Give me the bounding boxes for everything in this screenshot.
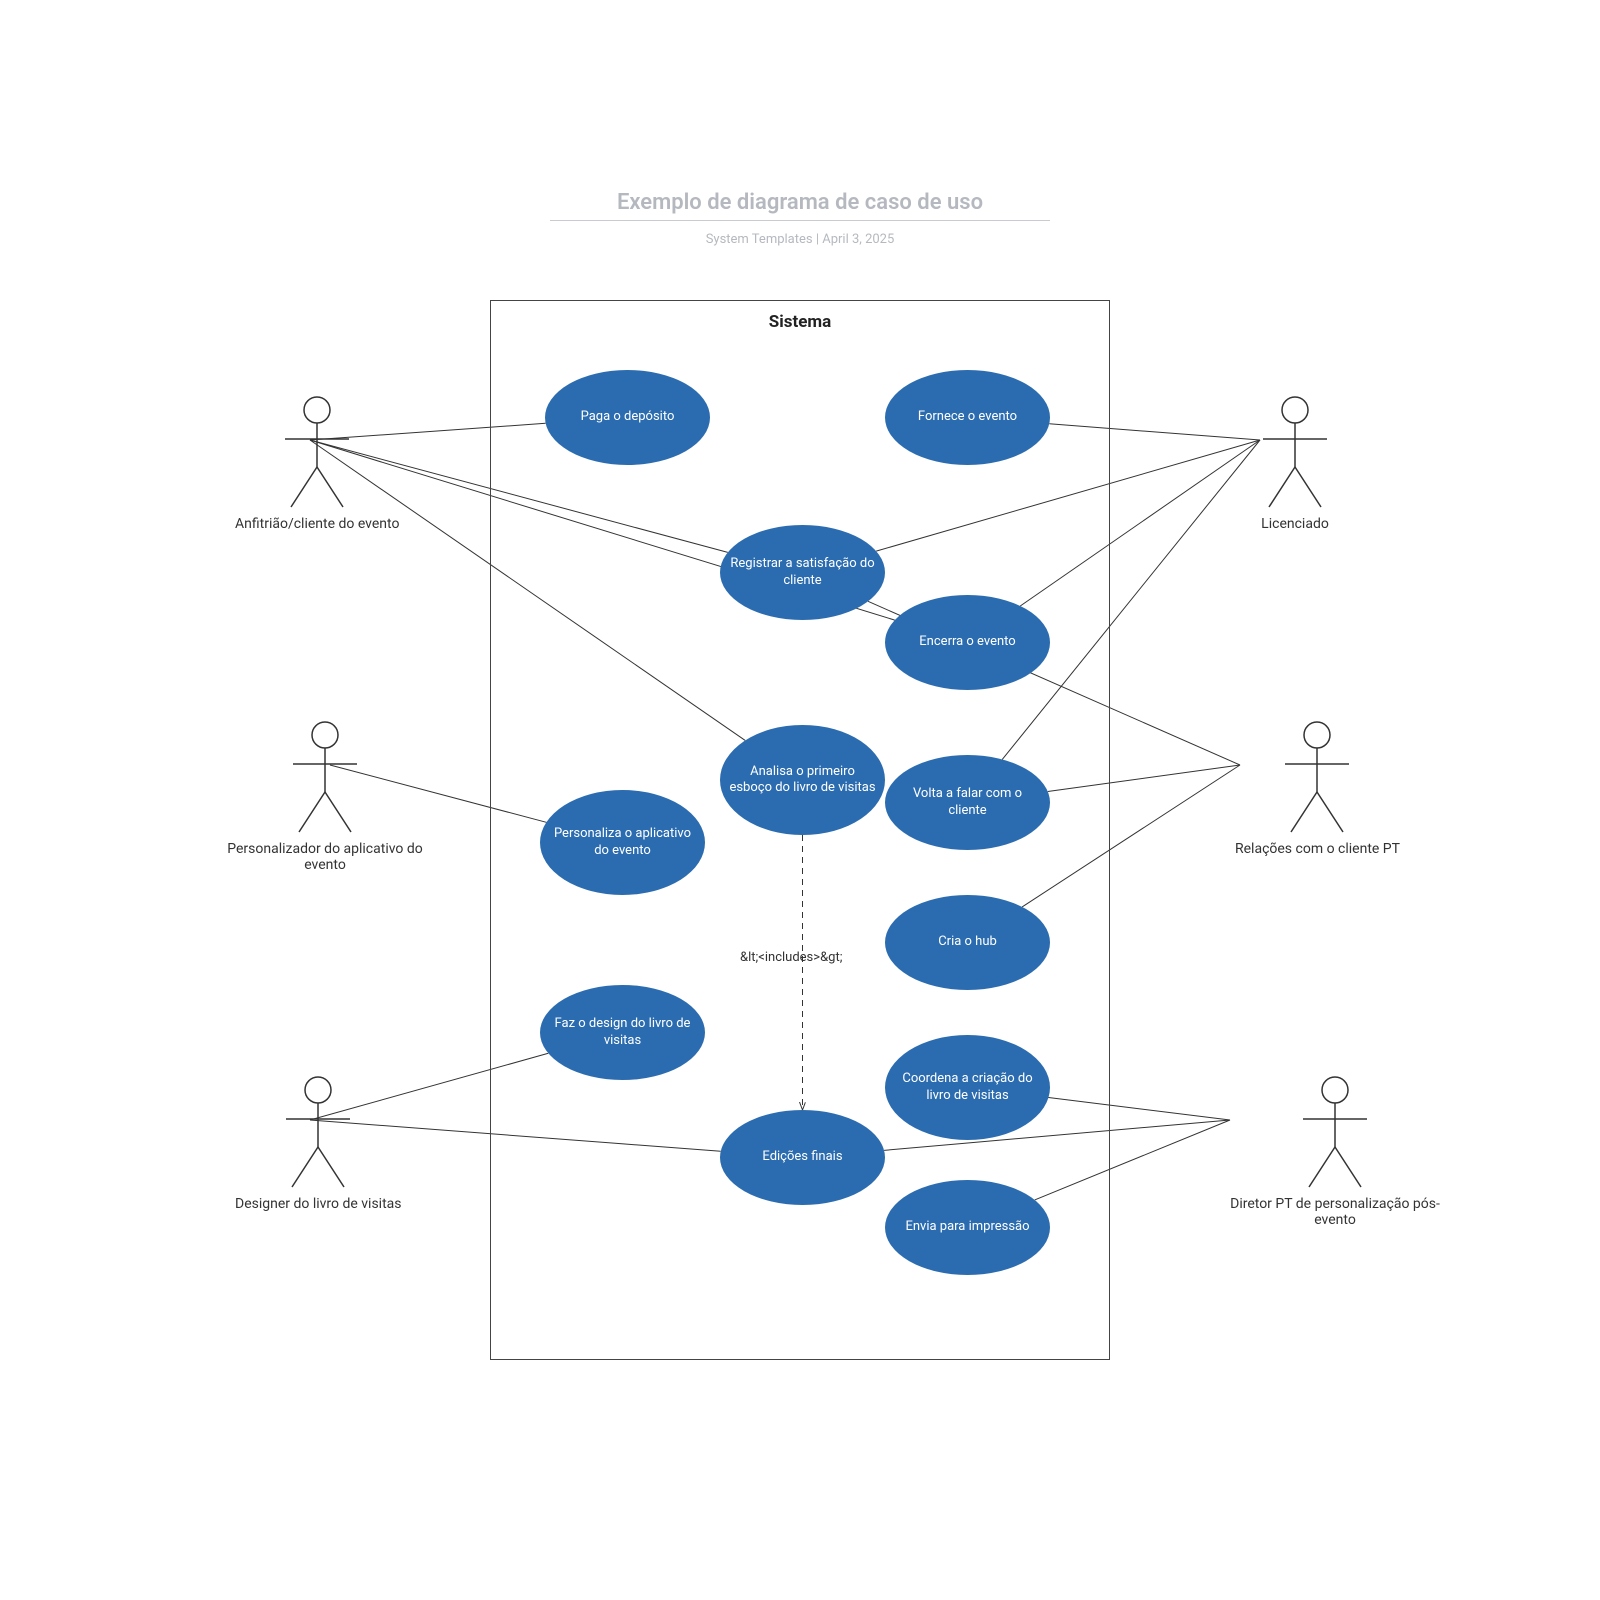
usecase-review-draft: Analisa o primeiro esboço do livro de vi…: [720, 725, 885, 835]
actor-relations-label: Relações com o cliente PT: [1235, 841, 1400, 857]
subtitle-left: System Templates: [706, 232, 813, 247]
usecase-customize-app: Personaliza o aplicativo do evento: [540, 790, 705, 895]
usecase-final-edits: Edições finais: [720, 1110, 885, 1205]
subtitle-sep: |: [813, 232, 823, 247]
usecase-coord-book: Coordena a criação do livro de visitas: [885, 1035, 1050, 1140]
title-underline: [550, 220, 1050, 221]
actor-relations: Relações com o cliente PT: [1235, 720, 1400, 857]
stickfigure-icon: [1255, 395, 1335, 510]
diagram-title: Exemplo de diagrama de caso de uso: [0, 190, 1600, 215]
actor-host-label: Anfitrião/cliente do evento: [235, 516, 399, 532]
system-label: Sistema: [490, 312, 1110, 332]
actor-host: Anfitrião/cliente do evento: [235, 395, 399, 532]
usecase-create-hub: Cria o hub: [885, 895, 1050, 990]
usecase-pay-deposit: Paga o depósito: [545, 370, 710, 465]
usecase-design-book: Faz o design do livro de visitas: [540, 985, 705, 1080]
actor-director-label: Diretor PT de personalização pós-evento: [1225, 1196, 1445, 1228]
actor-customizer: Personalizador do aplicativo do evento: [215, 720, 435, 873]
usecase-close-event: Encerra o evento: [885, 595, 1050, 690]
stickfigure-icon: [285, 720, 365, 835]
usecase-send-print: Envia para impressão: [885, 1180, 1050, 1275]
stickfigure-icon: [278, 1075, 358, 1190]
actor-director: Diretor PT de personalização pós-evento: [1225, 1075, 1445, 1228]
diagram-canvas: Exemplo de diagrama de caso de uso Syste…: [0, 0, 1600, 1600]
usecase-followup: Volta a falar com o cliente: [885, 755, 1050, 850]
actor-licensee-label: Licenciado: [1255, 516, 1335, 532]
usecase-provide-event: Fornece o evento: [885, 370, 1050, 465]
actor-designer: Designer do livro de visitas: [235, 1075, 402, 1212]
stickfigure-icon: [277, 395, 357, 510]
includes-label: &lt;<includes>&gt;: [740, 950, 842, 965]
actor-designer-label: Designer do livro de visitas: [235, 1196, 402, 1212]
diagram-subtitle: System Templates | April 3, 2025: [0, 232, 1600, 247]
usecase-register-satisfaction: Registrar a satisfação do cliente: [720, 525, 885, 620]
actor-licensee: Licenciado: [1255, 395, 1335, 532]
subtitle-right: April 3, 2025: [822, 232, 894, 247]
stickfigure-icon: [1295, 1075, 1375, 1190]
actor-customizer-label: Personalizador do aplicativo do evento: [215, 841, 435, 873]
stickfigure-icon: [1277, 720, 1357, 835]
